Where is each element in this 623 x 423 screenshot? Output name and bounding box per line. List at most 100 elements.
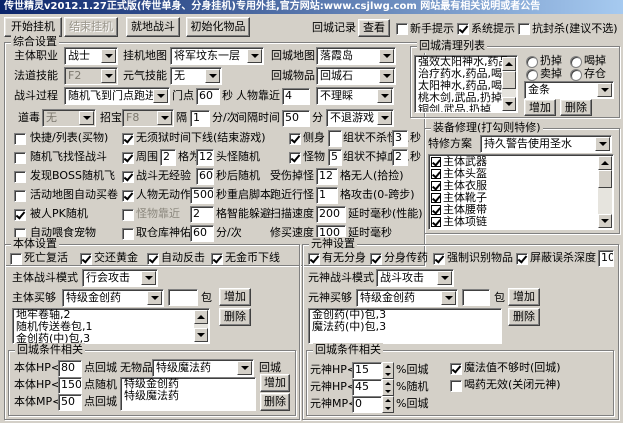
ys-mp-input[interactable]: 0 [352, 396, 382, 413]
side-checkbox[interactable] [289, 133, 301, 145]
throw-radio[interactable] [526, 56, 538, 68]
return-list-add-button[interactable]: 增加 [524, 99, 556, 116]
warehouse-fetch-input[interactable]: 60 [190, 225, 214, 242]
body-buy-count-input[interactable] [168, 289, 198, 306]
return-list-box[interactable]: 强效太阳神水,药品 治疗药水,药品,喝1 太阳神水,药品,喝1 桃木剑,武品,扔掉 铜剑… [414, 55, 518, 113]
body-fight-mode-select[interactable]: 行会攻击 [82, 269, 158, 287]
monster-approach-checkbox[interactable] [122, 209, 134, 221]
fight-nearby-button[interactable]: 就地战斗 [126, 17, 180, 37]
return-map-select[interactable]: 落霞岛 [316, 47, 396, 65]
mage-skill-select[interactable]: F2 [64, 67, 118, 85]
random-fly-fight-checkbox[interactable] [14, 152, 26, 164]
find-boss-checkbox[interactable] [14, 171, 26, 183]
ys-hp2-spinner[interactable] [382, 379, 394, 396]
body-buy-list[interactable]: 地牢卷轴,2随机传送卷包,1金创药(中)包,3魔法药(中)包,3 [12, 308, 210, 344]
ys-buy-add-button[interactable]: 增加 [508, 288, 540, 306]
return-item-combo[interactable]: 金条 [524, 81, 614, 99]
char-no-move-input[interactable]: 500 [190, 187, 214, 204]
start-hang-button[interactable]: 开始挂机 [4, 17, 62, 37]
body-item-add-button[interactable]: 增加 [260, 374, 290, 392]
view-button[interactable]: 查看 [358, 19, 390, 37]
fight-process-select[interactable]: 随机飞到门点跑进 [64, 87, 170, 105]
no-switch-mode-select[interactable]: 不退游戏 [326, 109, 394, 127]
monster-checkbox[interactable] [289, 152, 301, 164]
magic-not-enough-checkbox[interactable] [450, 363, 462, 375]
scroll-down-icon[interactable] [502, 97, 516, 111]
share-transfer-checkbox[interactable] [370, 253, 382, 265]
stop-hang-button[interactable]: 结束挂机 [64, 17, 118, 37]
daoshou-select[interactable]: 无 [42, 109, 96, 127]
screen-err-checkbox[interactable] [516, 253, 528, 265]
anti-shake-checkbox[interactable] [518, 23, 530, 35]
ys-hp-spinner[interactable] [382, 362, 394, 379]
equipment-item[interactable]: 主体项链 [429, 216, 613, 228]
drink-radio[interactable] [570, 56, 582, 68]
body-buy-delete-button[interactable]: 删除 [219, 308, 251, 326]
around-checkbox[interactable] [122, 152, 134, 164]
init-items-button[interactable]: 初始化物品 [186, 17, 250, 37]
scroll-thumb[interactable] [598, 170, 612, 188]
fight-no-exp-checkbox[interactable] [122, 171, 134, 183]
dead-revive-checkbox[interactable] [10, 253, 22, 265]
equipment-item-checkbox[interactable] [431, 193, 441, 203]
dodge-input[interactable]: 1 [316, 187, 338, 204]
system-tip-checkbox[interactable] [457, 23, 469, 35]
quick-list-checkbox[interactable] [14, 133, 26, 145]
equipment-item-checkbox[interactable] [431, 217, 441, 227]
auto-buy-map-checkbox[interactable] [14, 190, 26, 202]
body-hp-input[interactable]: 80 [58, 360, 82, 377]
scroll-up-icon[interactable] [502, 57, 516, 71]
body-no-item-select[interactable]: 特级魔法药 [152, 359, 254, 377]
equipment-item-checkbox[interactable] [431, 157, 441, 167]
body-list-scrollbar[interactable] [194, 310, 208, 342]
door-input[interactable]: 60 [196, 88, 220, 105]
equipment-check-list[interactable]: 主体武器 主体头盔 主体衣服 主体靴子 主体腰带 主体项链 [428, 154, 614, 230]
equipment-item-checkbox[interactable] [431, 181, 441, 191]
interval-time-input[interactable]: 50 [282, 110, 310, 127]
novice-tip-checkbox[interactable] [396, 23, 408, 35]
char-no-move-checkbox[interactable] [122, 190, 134, 202]
equipment-item-checkbox[interactable] [431, 205, 441, 215]
no-share-checkbox[interactable] [308, 253, 320, 265]
body-mp-input[interactable]: 50 [58, 394, 82, 411]
warehouse-fetch-checkbox[interactable] [122, 228, 134, 240]
no-gold-offline-checkbox[interactable] [211, 253, 223, 265]
hang-map-select[interactable]: 将军坟东一层 [170, 47, 264, 65]
ys-buy-select[interactable]: 特级金创药 [356, 289, 458, 307]
fight-no-exp-input[interactable]: 60 [196, 168, 214, 185]
zhaobao-select[interactable]: F8 [122, 109, 174, 127]
scroll-down-icon[interactable] [194, 328, 208, 342]
hurt-drop-input[interactable]: 12 [316, 168, 338, 185]
return-list-scrollbar[interactable] [502, 57, 516, 111]
interval-input[interactable]: 1 [190, 110, 210, 127]
repair-plan-select[interactable]: 持久警告使用圣水 [480, 135, 612, 153]
around-input[interactable]: 2 [160, 149, 176, 166]
ys-buy-delete-button[interactable]: 删除 [508, 308, 540, 326]
side-input[interactable] [328, 130, 342, 147]
scroll-up-icon[interactable] [598, 156, 612, 170]
return-item-select[interactable]: 回城石 [316, 67, 396, 85]
ys-hp2-input[interactable]: 45 [352, 379, 382, 396]
ys-hp-input[interactable]: 15 [352, 362, 382, 379]
char-near-input[interactable]: 4 [282, 88, 310, 105]
ys-mp-spinner[interactable] [382, 396, 394, 413]
ys-buy-list[interactable]: 金创药(中)包,3 魔法药(中)包,3 [308, 308, 502, 344]
scroll-up-icon[interactable] [194, 310, 208, 324]
yuanqi-skill-select[interactable]: 无 [170, 67, 222, 85]
body-item-list[interactable]: 特级金创药 特级魔法药 [120, 377, 256, 411]
main-job-select[interactable]: 战士 [64, 47, 118, 65]
monster-approach-input[interactable]: 2 [190, 206, 214, 223]
attacked-by-pk-checkbox[interactable] [14, 209, 26, 221]
body-item-delete-button[interactable]: 删除 [260, 393, 290, 411]
scroll-down-icon[interactable] [598, 214, 612, 228]
screen-err-input[interactable]: 10 [598, 250, 614, 267]
trade-gold-checkbox[interactable] [80, 253, 92, 265]
drink-invalid-checkbox[interactable] [450, 380, 462, 392]
equipment-item-checkbox[interactable] [431, 169, 441, 179]
group-no-drop-input[interactable]: 2 [392, 149, 408, 166]
ys-buy-list-item[interactable]: 魔法药(中)包,3 [309, 321, 501, 333]
sell-radio[interactable] [526, 69, 538, 81]
group-no-kill-input[interactable]: 3 [392, 130, 408, 147]
monster-input[interactable]: 5 [328, 149, 342, 166]
return-list-delete-button[interactable]: 删除 [560, 99, 592, 116]
